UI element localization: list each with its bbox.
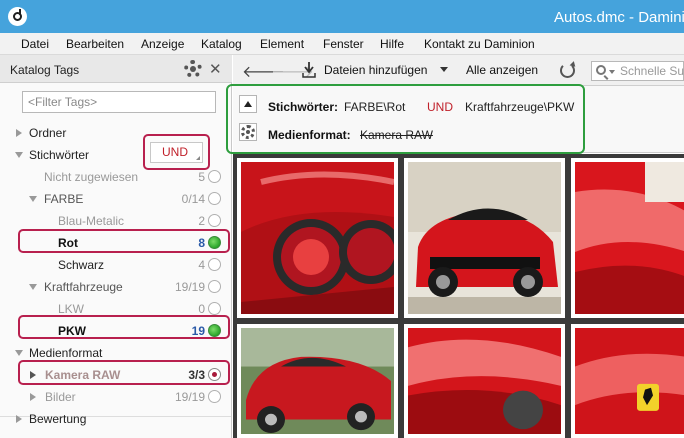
tree-label: Stichwörter <box>29 148 90 162</box>
quick-search-box[interactable] <box>591 61 684 81</box>
image-gallery <box>233 154 684 438</box>
main-toolbar: 🡐 🡒 Dateien hinzufügen Alle anzeigen <box>233 55 684 86</box>
tag-select-radio[interactable] <box>208 280 221 293</box>
tag-select-radio[interactable] <box>208 214 221 227</box>
menu-anzeige[interactable]: Anzeige <box>141 37 184 51</box>
tree-label: Schwarz <box>58 258 105 272</box>
collapse-arrow-icon[interactable] <box>29 196 37 202</box>
highlight-kamera-raw-box <box>18 360 230 385</box>
tag-count: 4 <box>198 258 205 272</box>
tree-label: Blau-Metalic <box>58 214 125 228</box>
search-icon <box>596 65 606 75</box>
quick-search-input[interactable] <box>620 64 684 78</box>
tree-label: Kraftfahrzeuge <box>44 280 123 294</box>
thumbnail[interactable] <box>404 324 565 438</box>
thumbnail[interactable] <box>404 158 565 318</box>
panel-close-icon[interactable]: ✕ <box>209 60 222 78</box>
add-files-button[interactable]: Dateien hinzufügen <box>324 63 427 77</box>
tree-row-bilder[interactable]: Bilder 19/19 <box>0 386 231 408</box>
tag-count: 19/19 <box>174 390 205 404</box>
tag-select-radio[interactable] <box>208 390 221 403</box>
car-photo <box>575 162 684 314</box>
expand-arrow-icon[interactable] <box>16 415 22 423</box>
collapse-arrow-icon[interactable] <box>15 152 23 158</box>
highlight-pkw-box <box>18 315 230 339</box>
tree-label: Nicht zugewiesen <box>44 170 139 184</box>
car-photo <box>408 162 561 314</box>
refresh-icon[interactable] <box>560 63 575 78</box>
add-files-dropdown-icon[interactable] <box>440 67 448 72</box>
panel-settings-gear-icon[interactable] <box>184 60 202 78</box>
tag-count: 0/14 <box>181 192 205 206</box>
car-photo <box>575 328 684 434</box>
highlight-filter-panel <box>226 84 585 154</box>
menu-hilfe[interactable]: Hilfe <box>380 37 404 51</box>
tag-count: 0 <box>198 302 205 316</box>
expand-arrow-icon[interactable] <box>30 393 36 401</box>
tag-select-radio[interactable] <box>208 258 221 271</box>
tag-count: 19/19 <box>174 280 205 294</box>
panel-title: Katalog Tags <box>10 63 80 77</box>
menu-katalog[interactable]: Katalog <box>201 37 242 51</box>
tree-row-kraftfahrzeuge[interactable]: Kraftfahrzeuge 19/19 <box>0 276 231 298</box>
menu-fenster[interactable]: Fenster <box>323 37 364 51</box>
menu-bar: Datei Bearbeiten Anzeige Katalog Element… <box>0 33 684 55</box>
add-files-icon[interactable] <box>302 61 316 78</box>
menu-element[interactable]: Element <box>260 37 304 51</box>
tree-label: Medienformat <box>29 346 103 360</box>
tree-label: Bewertung <box>29 412 87 426</box>
menu-kontakt[interactable]: Kontakt zu Daminion <box>424 37 535 51</box>
tag-select-radio[interactable] <box>208 192 221 205</box>
thumbnail[interactable] <box>571 324 684 438</box>
car-photo <box>241 328 394 434</box>
tree-row-bewertung[interactable]: Bewertung <box>0 408 231 430</box>
search-dropdown-icon[interactable] <box>609 70 615 74</box>
tree-label: Bilder <box>45 390 76 404</box>
thumbnail[interactable] <box>237 324 398 438</box>
tree-label: Ordner <box>29 126 67 140</box>
tag-select-radio[interactable] <box>208 302 221 315</box>
menu-datei[interactable]: Datei <box>21 37 49 51</box>
panel-header: Katalog Tags ✕ <box>0 55 232 83</box>
tree-row-schwarz[interactable]: Schwarz 4 <box>0 254 231 276</box>
tag-count: 5 <box>198 170 205 184</box>
highlight-und-box <box>143 134 210 170</box>
thumbnail[interactable] <box>571 158 684 318</box>
tag-count: 2 <box>198 214 205 228</box>
thumbnail[interactable] <box>237 158 398 318</box>
collapse-arrow-icon[interactable] <box>15 350 23 356</box>
tree-label: FARBE <box>44 192 84 206</box>
collapse-arrow-icon[interactable] <box>29 284 37 290</box>
menu-bearbeiten[interactable]: Bearbeiten <box>66 37 124 51</box>
daminion-logo-icon[interactable] <box>8 7 27 26</box>
show-all-button[interactable]: Alle anzeigen <box>466 63 538 77</box>
highlight-rot-box <box>18 229 230 253</box>
window-title: Autos.dmc - Daminion <box>554 9 684 26</box>
expand-arrow-icon[interactable] <box>16 129 22 137</box>
tag-filter-input[interactable] <box>22 91 216 113</box>
tag-select-radio[interactable] <box>208 170 221 183</box>
tree-row-farbe[interactable]: FARBE 0/14 <box>0 188 231 210</box>
car-photo <box>408 328 561 434</box>
tree-label: LKW <box>58 302 85 316</box>
car-photo <box>241 162 394 314</box>
title-bar: Autos.dmc - Daminion <box>0 0 684 33</box>
